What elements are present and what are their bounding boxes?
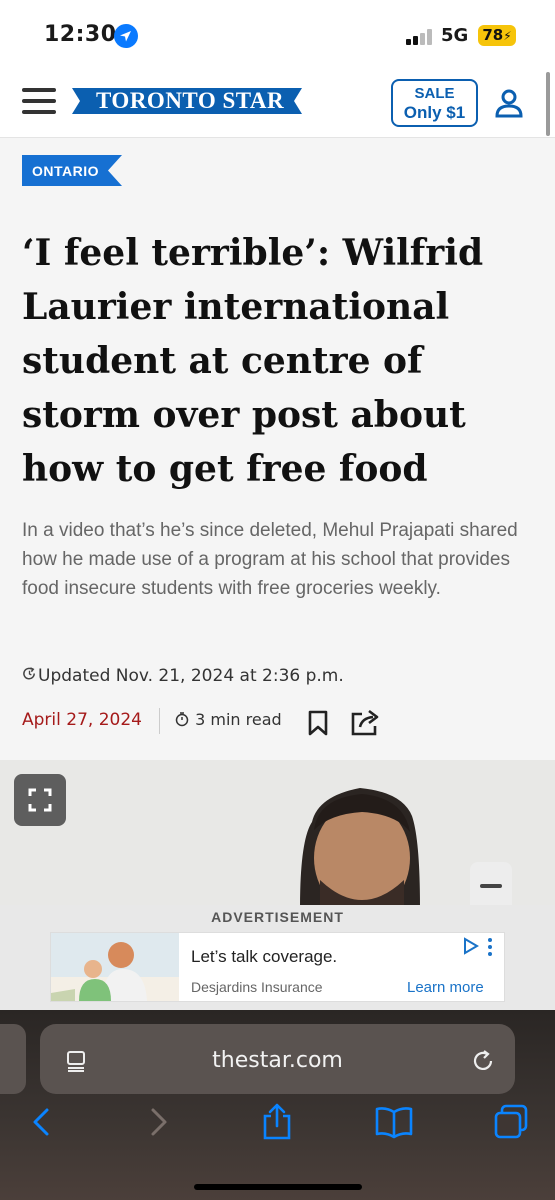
ad-options-icon[interactable] bbox=[485, 937, 495, 957]
sale-price: Only $1 bbox=[403, 103, 466, 122]
previous-tab-preview[interactable] bbox=[0, 1024, 26, 1094]
published-date: April 27, 2024 bbox=[22, 710, 142, 730]
ad-sponsor: Desjardins Insurance bbox=[191, 979, 323, 995]
article-meta: April 27, 2024 3 min read bbox=[22, 708, 402, 736]
hamburger-menu-icon[interactable] bbox=[22, 88, 56, 114]
article-deck: In a video that’s he’s since deleted, Me… bbox=[22, 520, 518, 599]
minus-icon bbox=[480, 884, 502, 888]
account-icon[interactable] bbox=[494, 88, 524, 118]
scroll-indicator bbox=[546, 72, 550, 136]
updated-timestamp: Updated Nov. 21, 2024 at 2:36 p.m. bbox=[22, 666, 344, 686]
site-header: TORONTO STAR SALE Only $1 bbox=[0, 66, 555, 138]
status-time: 12:30 bbox=[44, 22, 117, 47]
expand-image-button[interactable] bbox=[14, 774, 66, 826]
timer-icon bbox=[175, 712, 189, 727]
logo-text: TORONTO STAR bbox=[96, 88, 285, 113]
cellular-signal-icon bbox=[406, 29, 434, 45]
status-bar: 12:30 5G 78⚡ bbox=[0, 0, 555, 66]
network-type: 5G bbox=[441, 25, 469, 46]
ad-headline: Let’s talk coverage. bbox=[191, 947, 338, 966]
ad-image bbox=[51, 933, 179, 1001]
meta-divider bbox=[159, 708, 160, 734]
home-indicator bbox=[194, 1184, 362, 1190]
sale-subscribe-button[interactable]: SALE Only $1 bbox=[391, 79, 478, 127]
reload-icon[interactable] bbox=[470, 1048, 496, 1074]
advertisement: ADVERTISEMENT Let’s talk coverage. Desja… bbox=[0, 905, 555, 1013]
bookmark-icon[interactable] bbox=[308, 710, 328, 736]
battery-icon: 78⚡ bbox=[478, 25, 516, 46]
refresh-clock-icon bbox=[22, 666, 38, 686]
tabs-icon[interactable] bbox=[492, 1102, 532, 1142]
adchoices-icon[interactable] bbox=[461, 937, 481, 955]
updated-text: Updated Nov. 21, 2024 at 2:36 p.m. bbox=[38, 666, 344, 686]
forward-icon[interactable] bbox=[138, 1102, 178, 1142]
read-time-text: 3 min read bbox=[195, 710, 282, 729]
share-sheet-icon[interactable] bbox=[257, 1102, 297, 1142]
ad-learn-more-link[interactable]: Learn more bbox=[407, 979, 484, 996]
bookmarks-icon[interactable] bbox=[374, 1102, 414, 1142]
fullscreen-icon bbox=[28, 788, 52, 812]
article-photo[interactable] bbox=[0, 760, 555, 908]
sale-label: SALE bbox=[414, 85, 455, 102]
share-icon[interactable] bbox=[350, 708, 382, 736]
url-text[interactable]: thestar.com bbox=[40, 1048, 515, 1073]
address-bar[interactable]: thestar.com bbox=[40, 1024, 515, 1094]
article-headline: ‘I feel terrible’: Wilfrid Laurier inter… bbox=[22, 232, 484, 490]
read-time: 3 min read bbox=[174, 710, 282, 729]
collapse-ad-button[interactable] bbox=[470, 862, 512, 908]
section-tag[interactable]: ONTARIO bbox=[22, 155, 122, 186]
section-tag-label: ONTARIO bbox=[32, 163, 100, 179]
ad-card[interactable]: Let’s talk coverage. Desjardins Insuranc… bbox=[50, 932, 505, 1002]
back-icon[interactable] bbox=[22, 1102, 62, 1142]
ad-label: ADVERTISEMENT bbox=[211, 909, 344, 925]
battery-level: 78 bbox=[482, 26, 504, 44]
location-arrow-icon bbox=[114, 24, 138, 48]
browser-chrome: thestar.com bbox=[0, 1010, 555, 1200]
